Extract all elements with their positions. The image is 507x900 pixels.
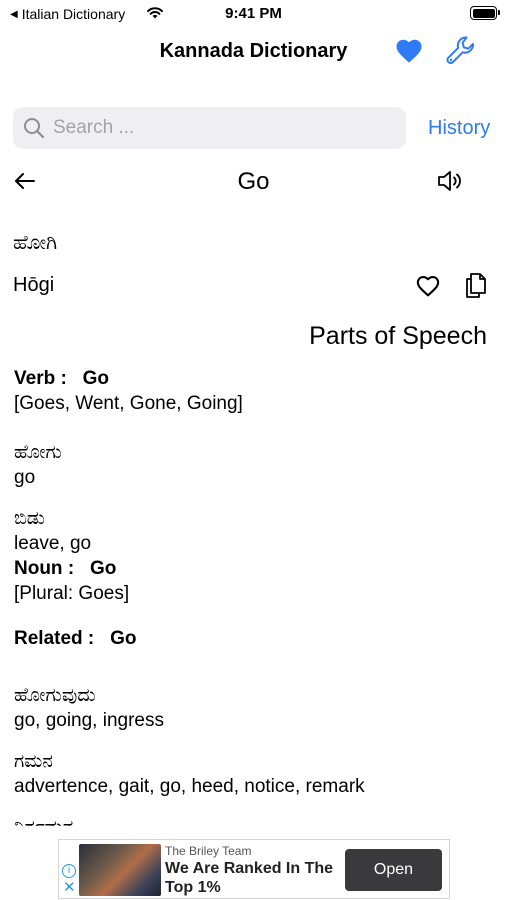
wrench-icon[interactable] [444,34,478,68]
battery-icon [470,6,500,20]
status-bar: ◀ Italian Dictionary 9:41 PM [0,0,507,28]
search-input[interactable] [53,117,373,139]
noun-row: Noun : Go [14,556,494,581]
heart-icon[interactable] [394,36,424,66]
word-native-script: ಹೋಗಿ [13,232,58,254]
ad-close-icon[interactable]: ✕ [63,880,76,895]
word-title: Go [237,168,270,195]
noun-label: Noun : [14,558,75,579]
ad-headline: We Are Ranked In The Top 1% [165,860,334,896]
meaning-native: ಗಮನ [14,751,53,772]
word-transliteration: Hōgi [13,274,55,296]
ad-open-button[interactable]: Open [345,849,442,891]
verb-label: Verb : [14,368,67,389]
meaning-english: go [14,467,36,488]
status-time: 9:41 PM [225,5,282,22]
ad-banner[interactable]: i ✕ The Briley Team We Are Ranked In The… [58,839,450,899]
related-word: Go [110,628,137,649]
definitions-list: Verb : Go [Goes, Went, Gone, Going] ಹೋಗು… [14,366,494,826]
ad-info-icon[interactable]: i [62,864,76,878]
noun-forms: [Plural: Goes] [14,583,130,604]
meaning-english: leave, go [14,533,92,554]
ad-advertiser: The Briley Team [165,844,252,858]
related-label: Related : [14,628,95,649]
meaning-english: go, going, ingress [14,710,164,731]
favorite-outline-icon[interactable] [414,272,442,300]
meaning-native: ಹೋಗುವುದು [14,685,96,706]
speaker-icon[interactable] [436,168,464,194]
search-icon [24,118,45,139]
verb-row: Verb : Go [14,366,494,391]
ad-image [79,844,161,896]
search-bar[interactable] [13,107,406,149]
parts-of-speech-heading: Parts of Speech [309,322,487,350]
page-title: Kannada Dictionary [159,40,348,62]
history-button[interactable]: History [428,117,490,140]
verb-forms: [Goes, Went, Gone, Going] [14,393,243,414]
verb-word: Go [82,368,110,389]
noun-word: Go [90,558,117,579]
meaning-native: ಬಿಡು [14,508,45,529]
related-row: Related : Go [14,626,494,651]
meaning-native: ಹೋಗು [14,442,62,463]
meaning-english: advertence, gait, go, heed, notice, rema… [14,776,365,797]
copy-icon[interactable] [462,270,490,300]
meaning-native: ನಿರ್ಗಮನ [14,815,494,826]
